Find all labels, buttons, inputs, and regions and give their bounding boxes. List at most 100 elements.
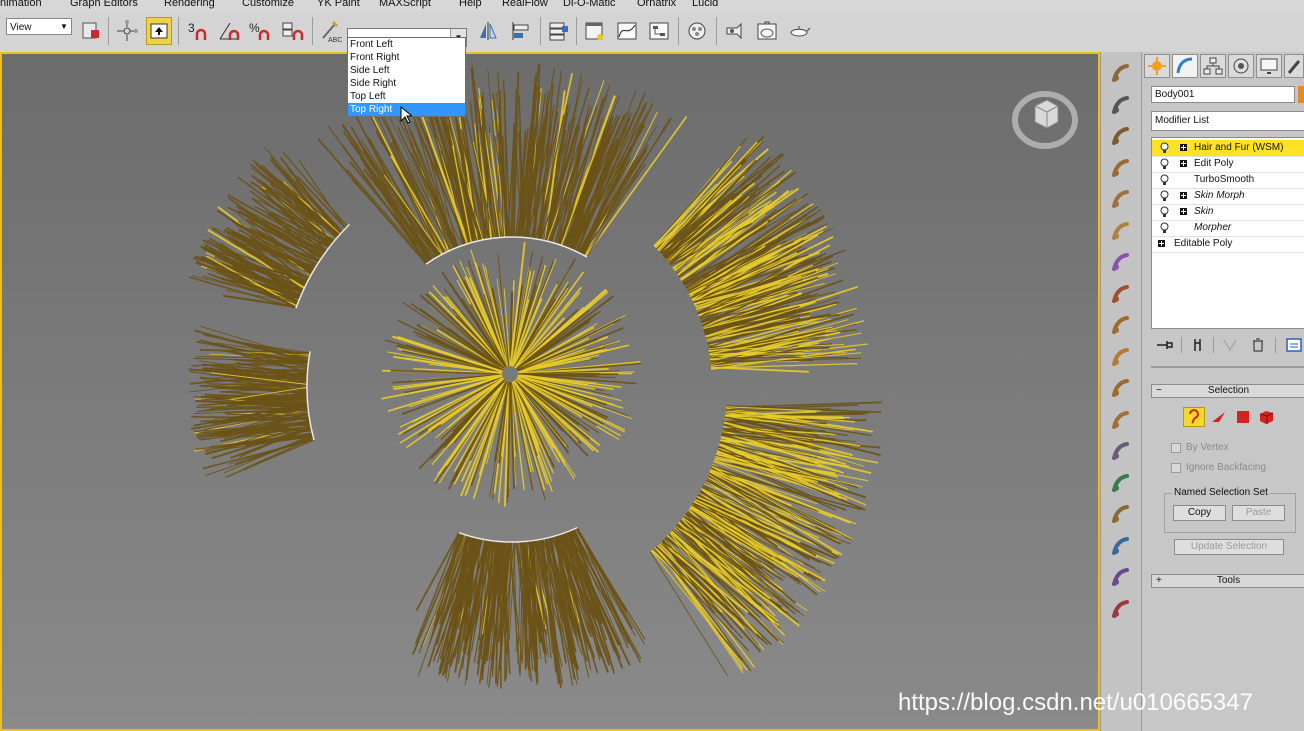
menu-maxscript[interactable]: MAXScript	[379, 0, 431, 9]
make-unique-icon[interactable]	[1221, 337, 1239, 353]
menu-rendering[interactable]: Rendering	[164, 0, 215, 9]
expand-plus-icon[interactable]	[1180, 192, 1187, 199]
plugin-tool-icon[interactable]	[1109, 220, 1133, 242]
expand-plus-icon[interactable]	[1158, 240, 1165, 247]
menu-ornatrix[interactable]: Ornatrix	[637, 0, 676, 9]
angle-snap-toggle-icon[interactable]	[216, 17, 242, 45]
update-selection-button[interactable]: Update Selection	[1174, 539, 1284, 555]
menu-animation[interactable]: nimation	[0, 0, 42, 9]
paste-button[interactable]: Paste	[1232, 505, 1285, 521]
keyboard-shortcut-override-button[interactable]	[146, 17, 172, 45]
configure-modifier-sets-icon[interactable]	[1285, 337, 1303, 353]
guide-icon[interactable]	[1209, 408, 1229, 426]
element-mode-icon[interactable]	[1256, 408, 1276, 426]
dropdown-option-side-left[interactable]: Side Left	[348, 64, 465, 77]
plugin-tool-icon[interactable]	[1109, 409, 1133, 431]
selection-rollout-header[interactable]: − Selection	[1151, 384, 1304, 398]
plugin-tool-icon[interactable]	[1109, 472, 1133, 494]
rollout-expand-sign: +	[1156, 575, 1162, 586]
modifier-stack-item[interactable]: Hair and Fur (WSM)	[1152, 140, 1304, 157]
modifier-stack-item[interactable]: Morpher	[1152, 220, 1304, 237]
plugin-tool-icon[interactable]	[1109, 157, 1133, 179]
copy-button[interactable]: Copy	[1173, 505, 1226, 521]
svg-text:ABC: ABC	[328, 37, 342, 44]
modifier-stack-item[interactable]: TurboSmooth	[1152, 172, 1304, 189]
tools-rollout-header[interactable]: + Tools	[1151, 574, 1304, 588]
pin-stack-icon[interactable]	[1155, 337, 1175, 353]
plugin-tool-icon[interactable]	[1109, 566, 1133, 588]
dropdown-option-front-left[interactable]: Front Left	[348, 38, 465, 51]
viewcube-icon[interactable]	[1010, 86, 1080, 150]
menu-customize[interactable]: Customize	[242, 0, 294, 9]
modifier-stack-item[interactable]: Skin	[1152, 204, 1304, 221]
menu-lucid[interactable]: Lucid	[692, 0, 718, 9]
render-setup-icon[interactable]	[722, 17, 748, 45]
scene-explorer-icon[interactable]	[582, 17, 608, 45]
plugin-tool-icon[interactable]	[1109, 503, 1133, 525]
align-icon[interactable]	[508, 17, 534, 45]
by-vertex-checkbox[interactable]	[1171, 443, 1181, 453]
dropdown-option-front-right[interactable]: Front Right	[348, 51, 465, 64]
schematic-view-icon[interactable]	[646, 17, 672, 45]
modifier-stack-item[interactable]: Skin Morph	[1152, 188, 1304, 205]
material-editor-icon[interactable]	[684, 17, 710, 45]
curve-editor-icon[interactable]	[614, 17, 640, 45]
vertex-mode-button[interactable]	[1183, 407, 1205, 427]
plugin-tool-icon[interactable]	[1109, 314, 1133, 336]
plugin-tool-icon[interactable]	[1109, 188, 1133, 210]
edit-named-selection-sets-icon[interactable]: ABC	[318, 17, 344, 45]
lightbulb-icon[interactable]	[1160, 174, 1169, 186]
snaps-toggle-icon[interactable]: 3	[186, 17, 212, 45]
plugin-tool-icon[interactable]	[1109, 125, 1133, 147]
menu-realflow[interactable]: RealFlow	[502, 0, 548, 9]
plugin-tool-icon[interactable]	[1109, 377, 1133, 399]
object-name-field[interactable]: Body001	[1151, 86, 1295, 103]
display-tab-icon[interactable]	[1256, 54, 1282, 78]
plugin-tool-icon[interactable]	[1109, 535, 1133, 557]
motion-tab-icon[interactable]	[1228, 54, 1254, 78]
ignore-backfacing-checkbox[interactable]	[1171, 463, 1181, 473]
plugin-tool-icon[interactable]	[1109, 283, 1133, 305]
show-end-result-icon[interactable]	[1189, 337, 1207, 353]
hierarchy-tab-icon[interactable]	[1200, 54, 1226, 78]
layer-manager-icon[interactable]	[546, 17, 572, 45]
rendered-frame-window-icon[interactable]	[754, 17, 780, 45]
create-tab-icon[interactable]	[1144, 54, 1170, 78]
modifier-stack-item[interactable]: Edit Poly	[1152, 156, 1304, 173]
expand-plus-icon[interactable]	[1180, 160, 1187, 167]
modifier-list-dropdown[interactable]: Modifier List	[1151, 111, 1304, 131]
dropdown-option-top-left[interactable]: Top Left	[348, 90, 465, 103]
dropdown-option-side-right[interactable]: Side Right	[348, 77, 465, 90]
plugin-tool-icon[interactable]	[1109, 440, 1133, 462]
spinner-snap-toggle-icon[interactable]	[280, 17, 306, 45]
mirror-icon[interactable]	[476, 17, 502, 45]
lightbulb-icon[interactable]	[1160, 142, 1169, 154]
lightbulb-icon[interactable]	[1160, 190, 1169, 202]
lightbulb-icon[interactable]	[1160, 222, 1169, 234]
percent-snap-toggle-icon[interactable]: %	[248, 17, 274, 45]
plugin-tool-icon[interactable]	[1109, 346, 1133, 368]
lightbulb-icon[interactable]	[1160, 158, 1169, 170]
plugin-tool-icon[interactable]	[1109, 94, 1133, 116]
plugin-tool-icon[interactable]	[1109, 598, 1133, 620]
reference-coordinate-select[interactable]: View ▼	[6, 18, 72, 35]
modifier-stack-item[interactable]: Editable Poly	[1152, 236, 1304, 253]
modify-tab-icon[interactable]	[1172, 54, 1198, 78]
menu-help[interactable]: Help	[459, 0, 482, 9]
plugin-tool-icon[interactable]	[1109, 251, 1133, 273]
expand-plus-icon[interactable]	[1180, 208, 1187, 215]
menu-yk-paint[interactable]: YK Paint	[317, 0, 360, 9]
use-pivot-center-button[interactable]	[78, 17, 104, 45]
remove-modifier-icon[interactable]	[1249, 337, 1267, 353]
lightbulb-icon[interactable]	[1160, 206, 1169, 218]
render-production-icon[interactable]	[786, 17, 812, 45]
menu-graph-editors[interactable]: Graph Editors	[70, 0, 138, 9]
select-and-link-icon[interactable]	[114, 17, 140, 45]
menu-di-o-matic[interactable]: Di-O-Matic	[563, 0, 616, 9]
face-mode-icon[interactable]	[1233, 408, 1253, 426]
expand-plus-icon[interactable]	[1180, 144, 1187, 151]
plugin-tool-icon[interactable]	[1109, 62, 1133, 84]
perspective-viewport[interactable]	[0, 52, 1100, 731]
utilities-tab-icon[interactable]	[1284, 54, 1304, 78]
object-color-swatch[interactable]	[1298, 86, 1304, 103]
